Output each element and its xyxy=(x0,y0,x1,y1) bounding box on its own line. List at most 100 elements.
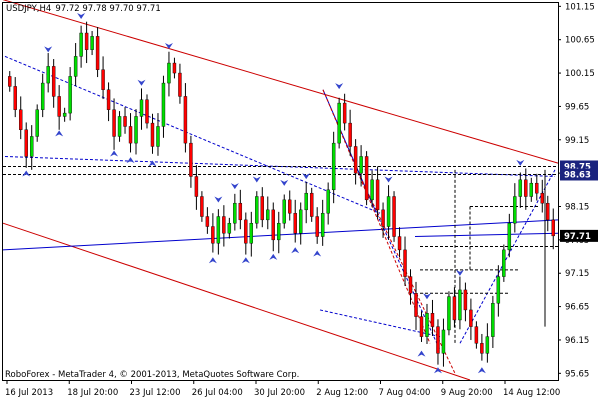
candle-bear xyxy=(101,69,105,90)
copyright-footer: RoboForex - MetaTrader 4, © 2001-2013, M… xyxy=(5,370,299,380)
price-tick-label: 99.65 xyxy=(565,102,589,112)
candle-bear xyxy=(381,209,385,227)
price-tick-label: 100.15 xyxy=(565,69,595,79)
candle-bull xyxy=(337,102,341,144)
candle-bull xyxy=(46,66,50,84)
candle-bear xyxy=(260,196,264,221)
candle-bull xyxy=(502,249,506,277)
candle-bear xyxy=(19,109,23,130)
candle-bear xyxy=(474,326,479,344)
chart-title: USDJPY,H4 97.72 97.78 97.70 97.71 xyxy=(6,4,161,14)
candle-bear xyxy=(238,202,243,221)
candle-bear xyxy=(430,313,435,327)
candle-bear xyxy=(414,293,418,317)
candle-bear xyxy=(540,192,544,204)
candle-bull xyxy=(485,336,490,354)
candle-bull xyxy=(73,56,78,77)
candle-bear xyxy=(397,236,402,251)
candle-bull xyxy=(507,222,512,251)
candle-bull xyxy=(386,196,391,227)
time-tick-label: 14 Aug 12:00 xyxy=(503,388,560,398)
candle-bull xyxy=(320,212,325,237)
candle-bear xyxy=(244,219,248,244)
candle-bear xyxy=(8,76,12,87)
price-tick-label: 97.15 xyxy=(565,269,589,279)
candle-bear xyxy=(183,96,188,144)
candle-bear xyxy=(172,62,177,74)
time-tick-label: 9 Aug 20:00 xyxy=(441,388,493,398)
candle-bull xyxy=(331,142,336,191)
candle-bear xyxy=(145,99,149,124)
candle-bull xyxy=(68,76,72,114)
candle-bull xyxy=(518,179,523,197)
time-tick-label: 26 Jul 04:00 xyxy=(192,388,243,398)
candle-bull xyxy=(491,303,495,337)
candle-bear xyxy=(315,216,319,237)
candle-bear xyxy=(222,216,226,234)
candle-bull xyxy=(167,62,171,84)
candle-bear xyxy=(205,216,210,227)
candle-bear xyxy=(95,36,100,70)
time-tick-label: 16 Jul 2013 xyxy=(5,388,53,398)
candle-bear xyxy=(353,146,358,174)
candle-bull xyxy=(266,209,270,221)
candle-bull xyxy=(156,126,160,147)
candle-bear xyxy=(123,116,127,127)
candle-bear xyxy=(106,89,111,110)
candle-bull xyxy=(227,222,232,234)
price-tick-label: 95.65 xyxy=(565,369,589,379)
candle-bear xyxy=(364,156,369,201)
candle-bull xyxy=(425,313,429,337)
time-tick-label: 30 Jul 20:00 xyxy=(254,388,305,398)
candle-bear xyxy=(524,179,528,197)
candle-bear xyxy=(293,212,297,234)
candle-bear xyxy=(288,199,292,214)
time-tick-label: 7 Aug 04:00 xyxy=(379,388,431,398)
candle-bull xyxy=(161,82,166,127)
candle-bull xyxy=(90,36,94,50)
candle-bull xyxy=(40,82,45,110)
candle-bear xyxy=(24,129,28,157)
candle-bull xyxy=(233,202,237,224)
candle-bull xyxy=(249,222,254,244)
candle-bear xyxy=(348,122,352,147)
candle-bull xyxy=(447,296,451,331)
candle-bear xyxy=(546,202,550,221)
candle-bull xyxy=(79,32,83,57)
chart-background xyxy=(0,0,600,400)
price-tick-label: 101.15 xyxy=(565,2,595,12)
price-tick-label: 99.15 xyxy=(565,136,589,146)
candle-bull xyxy=(282,199,286,224)
candle-bull xyxy=(139,99,144,117)
candle-bull xyxy=(441,329,446,354)
candle-bear xyxy=(51,66,56,97)
candle-bear xyxy=(452,296,457,321)
candle-bear xyxy=(178,72,182,97)
candle-bear xyxy=(463,289,468,311)
candle-bull xyxy=(458,289,462,321)
candle-bear xyxy=(375,179,380,211)
candle-bear xyxy=(57,96,61,117)
candle-bear xyxy=(128,126,133,144)
candle-bull xyxy=(35,109,39,137)
candle-bear xyxy=(309,192,314,217)
time-tick-label: 23 Jul 12:00 xyxy=(130,388,181,398)
time-tick-label: 18 Jul 20:00 xyxy=(67,388,118,398)
candle-bull xyxy=(134,116,138,144)
candle-bull xyxy=(370,179,374,201)
candle-bull xyxy=(359,156,363,174)
candle-bear xyxy=(551,219,555,237)
candle-bull xyxy=(326,189,330,214)
price-tick-label: 96.15 xyxy=(565,336,589,346)
candle-bull xyxy=(117,116,122,137)
candle-bear xyxy=(84,32,89,50)
candle-bear xyxy=(392,196,396,237)
candle-bear xyxy=(535,182,539,194)
candle-bull xyxy=(513,196,517,224)
candle-bear xyxy=(419,316,424,337)
candle-bear xyxy=(13,86,17,110)
ohlc-label: 97.72 97.78 97.70 97.71 xyxy=(55,4,160,14)
candle-bull xyxy=(529,182,534,197)
candle-bear xyxy=(271,209,275,241)
candle-bull xyxy=(304,192,308,211)
